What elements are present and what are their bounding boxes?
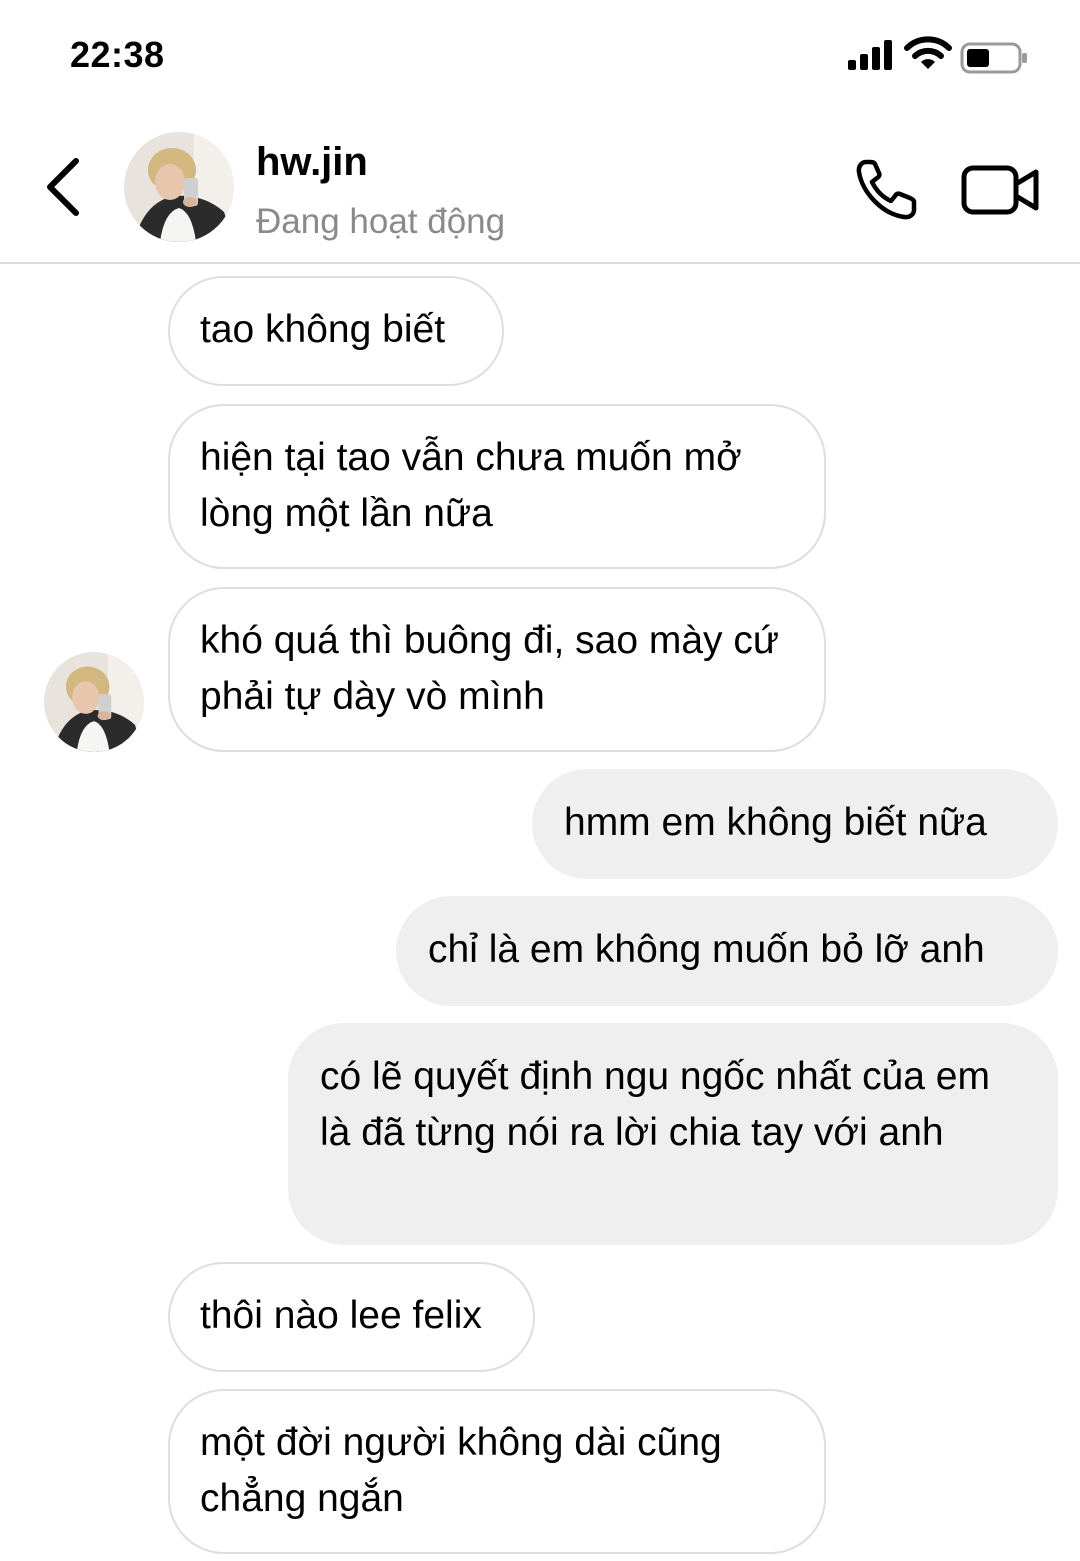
status-time: 22:38 bbox=[70, 34, 165, 75]
contact-name[interactable]: hw.jin bbox=[256, 140, 368, 185]
cellular-signal-icon bbox=[848, 40, 892, 70]
message-text: khó quá thì buông đi, sao mày cứ phải tự… bbox=[200, 619, 779, 718]
message-bubble-incoming[interactable]: khó quá thì buông đi, sao mày cứ phải tự… bbox=[168, 587, 826, 752]
message-text: chỉ là em không muốn bỏ lỡ anh bbox=[428, 928, 985, 971]
voice-call-button[interactable] bbox=[850, 154, 922, 226]
back-button[interactable] bbox=[30, 150, 94, 224]
message-bubble-incoming[interactable]: thôi nào lee felix bbox=[168, 1262, 535, 1372]
message-text: một đời người không dài cũng chẳng ngắn bbox=[200, 1421, 722, 1520]
message-bubble-incoming[interactable]: hiện tại tao vẫn chưa muốn mở lòng một l… bbox=[168, 404, 826, 569]
message-bubble-outgoing[interactable]: chỉ là em không muốn bỏ lỡ anh bbox=[396, 896, 1058, 1006]
chat-header: hw.jin Đang hoạt động bbox=[0, 110, 1080, 264]
avatar-photo bbox=[124, 132, 234, 242]
message-bubble-outgoing[interactable]: có lẽ quyết định ngu ngốc nhất của em là… bbox=[288, 1023, 1058, 1245]
video-camera-icon bbox=[961, 165, 1039, 215]
video-call-button[interactable] bbox=[958, 154, 1042, 226]
avatar-photo bbox=[44, 652, 144, 752]
message-text: có lẽ quyết định ngu ngốc nhất của em là… bbox=[320, 1055, 990, 1154]
phone-icon bbox=[856, 159, 917, 220]
message-bubble-outgoing[interactable]: hmm em không biết nữa bbox=[532, 769, 1058, 879]
message-text: tao không biết bbox=[200, 308, 446, 351]
status-bar: 22:38 bbox=[0, 0, 1080, 110]
chevron-left-icon bbox=[47, 158, 79, 216]
message-bubble-incoming[interactable]: một đời người không dài cũng chẳng ngắn bbox=[168, 1389, 826, 1554]
battery-icon bbox=[960, 42, 1027, 74]
message-bubble-incoming[interactable]: tao không biết bbox=[168, 276, 504, 386]
message-sender-avatar[interactable] bbox=[44, 652, 144, 752]
message-text: hmm em không biết nữa bbox=[564, 801, 987, 844]
contact-active-status: Đang hoạt động bbox=[256, 202, 506, 241]
message-text: thôi nào lee felix bbox=[200, 1294, 482, 1337]
wifi-icon bbox=[904, 36, 952, 69]
contact-avatar[interactable] bbox=[124, 132, 234, 242]
message-text: hiện tại tao vẫn chưa muốn mở lòng một l… bbox=[200, 436, 742, 535]
